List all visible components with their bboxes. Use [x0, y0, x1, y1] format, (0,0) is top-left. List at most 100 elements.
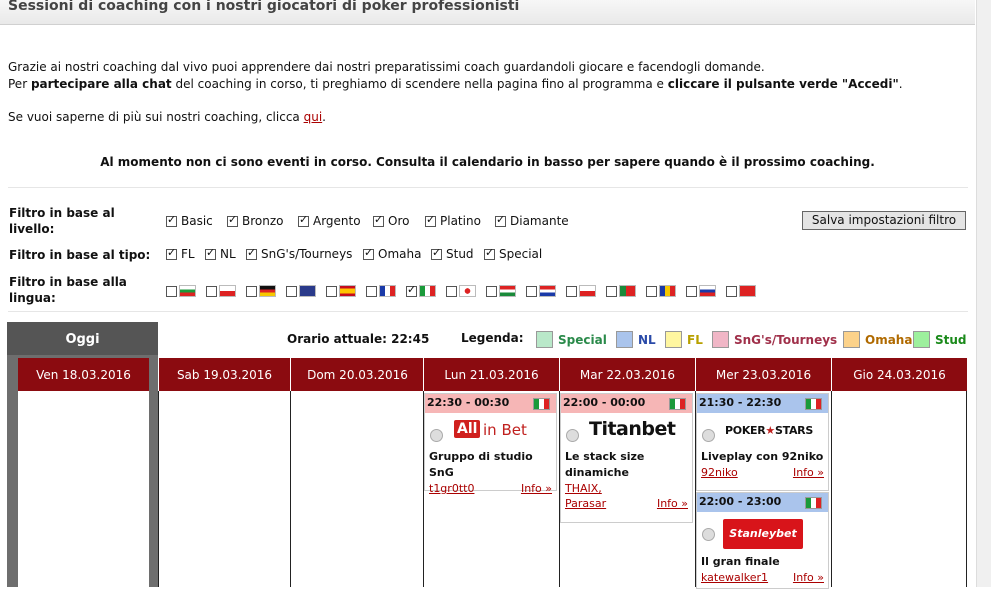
- checkbox[interactable]: [363, 246, 374, 260]
- legend-item-label: Omaha: [865, 332, 913, 347]
- info-link[interactable]: Info »: [521, 481, 552, 496]
- option-label: Diamante: [510, 214, 569, 228]
- uk-flag-icon: [299, 285, 316, 297]
- lang-chinese-checkbox[interactable]: [726, 285, 737, 297]
- lang-czech-checkbox[interactable]: [206, 285, 217, 297]
- legend-stud: Stud: [913, 331, 967, 348]
- lang-italian-checkbox[interactable]: [406, 283, 417, 297]
- lang-romanian-checkbox[interactable]: [646, 285, 657, 297]
- info-link[interactable]: Info »: [793, 570, 824, 585]
- lang-russian-checkbox[interactable]: [686, 285, 697, 297]
- checkbox[interactable]: [205, 246, 216, 260]
- lang-hungarian-checkbox[interactable]: [486, 285, 497, 297]
- page-title: Sessioni di coaching con i nostri giocat…: [8, 0, 520, 14]
- event-logo: Stanleybet: [697, 512, 828, 549]
- legend-omaha: Omaha: [843, 331, 912, 348]
- checkbox[interactable]: [431, 246, 442, 260]
- italian-flag-icon: [805, 497, 822, 509]
- checkbox[interactable]: [246, 246, 257, 260]
- grid-line: [158, 391, 159, 587]
- coach-link[interactable]: katewalker1: [701, 570, 768, 585]
- event-logo: Titanbet: [561, 413, 692, 449]
- star-icon: ★: [765, 424, 775, 437]
- type-fl-option[interactable]: FL: [166, 246, 195, 261]
- dutch-flag-icon: [539, 285, 556, 297]
- event-card[interactable]: 22:30 - 00:30 All in Bet Gruppo di studi…: [424, 393, 557, 495]
- stanleybet-logo-icon: Stanleybet: [723, 519, 803, 549]
- option-label: Stud: [446, 247, 474, 261]
- type-omaha-option[interactable]: Omaha: [363, 246, 421, 261]
- lang-polish-checkbox[interactable]: [566, 285, 577, 297]
- intro-text: Per: [8, 77, 31, 91]
- legend-item-label: FL: [687, 332, 703, 347]
- type-sng-option[interactable]: SnG's/Tourneys: [246, 246, 353, 261]
- day-header-ven: Ven 18.03.2016: [36, 368, 131, 382]
- option-label: NL: [220, 247, 236, 261]
- intro-bold-button: cliccare il pulsante verde "Accedi": [667, 77, 899, 91]
- info-link[interactable]: Info »: [657, 496, 688, 511]
- more-info-link[interactable]: qui: [304, 110, 323, 124]
- level-diamante-option[interactable]: Diamante: [495, 213, 569, 228]
- intro-line-2: Per partecipare alla chat del coaching i…: [8, 77, 903, 91]
- level-oro-option[interactable]: Oro: [373, 213, 409, 228]
- checkbox[interactable]: [484, 246, 495, 260]
- level-argento-option[interactable]: Argento: [298, 213, 361, 228]
- day-header-dom: Dom 20.03.2016: [307, 368, 408, 382]
- czech-flag-icon: [219, 285, 236, 297]
- day-header-mar: Mar 22.03.2016: [579, 368, 676, 382]
- day-header-lun: Lun 21.03.2016: [444, 368, 539, 382]
- lang-dutch-checkbox[interactable]: [526, 285, 537, 297]
- notice-text: Al momento non ci sono eventi in corso. …: [100, 155, 875, 169]
- lang-english-checkbox[interactable]: [286, 285, 297, 297]
- checkbox[interactable]: [166, 246, 177, 260]
- coach-link[interactable]: 92niko: [701, 465, 738, 480]
- event-time-text: 21:30 - 22:30: [699, 396, 782, 409]
- checkbox[interactable]: [495, 213, 506, 227]
- lang-german-checkbox[interactable]: [246, 285, 257, 297]
- legend-swatch: [712, 331, 729, 348]
- lang-spanish-checkbox[interactable]: [326, 285, 337, 297]
- legend-fl: FL: [665, 331, 703, 348]
- info-link[interactable]: Info »: [793, 465, 824, 480]
- checkbox[interactable]: [425, 213, 436, 227]
- checkbox[interactable]: [227, 213, 238, 227]
- status-dot-icon: [702, 528, 715, 541]
- event-time: 22:30 - 00:30: [425, 394, 556, 413]
- event-logo: POKER★STARS: [697, 413, 828, 449]
- lang-portuguese-checkbox[interactable]: [606, 285, 617, 297]
- level-basic-option[interactable]: Basic: [166, 213, 213, 228]
- day-header-gio: Gio 24.03.2016: [853, 368, 946, 382]
- level-platino-option[interactable]: Platino: [425, 213, 481, 228]
- language-options[interactable]: [166, 283, 756, 297]
- coach-link[interactable]: THAIX,: [565, 482, 602, 495]
- lang-bulgarian-checkbox[interactable]: [166, 285, 177, 297]
- coach-link[interactable]: t1gr0tt0: [429, 481, 474, 496]
- legend-swatch: [843, 331, 860, 348]
- event-card[interactable]: 21:30 - 22:30 POKER★STARS Liveplay con 9…: [696, 393, 829, 491]
- option-label: Special: [499, 247, 543, 261]
- spanish-flag-icon: [339, 285, 356, 297]
- event-card[interactable]: 22:00 - 00:00 Titanbet Le stack size din…: [560, 393, 693, 523]
- type-nl-option[interactable]: NL: [205, 246, 236, 261]
- scrollbar[interactable]: [976, 0, 991, 587]
- type-stud-option[interactable]: Stud: [431, 246, 474, 261]
- grid-line: [966, 391, 967, 587]
- legend-label: Legenda:: [461, 331, 524, 345]
- save-filter-button[interactable]: Salva impostazioni filtro: [802, 211, 966, 230]
- level-bronzo-option[interactable]: Bronzo: [227, 213, 284, 228]
- pokerstars-logo-icon: POKER★STARS: [725, 424, 813, 437]
- lang-french-checkbox[interactable]: [366, 285, 377, 297]
- option-label: SnG's/Tourneys: [261, 247, 353, 261]
- lang-japanese-checkbox[interactable]: [446, 285, 457, 297]
- chinese-flag-icon: [739, 285, 756, 297]
- status-dot-icon: [566, 429, 579, 442]
- coach-link[interactable]: Parasar: [565, 496, 606, 511]
- event-title: Le stack size dinamiche: [565, 450, 645, 479]
- level-filter-label: Filtro in base al livello:: [9, 206, 115, 236]
- checkbox[interactable]: [373, 213, 384, 227]
- checkbox[interactable]: [166, 213, 177, 227]
- checkbox[interactable]: [298, 213, 309, 227]
- event-card[interactable]: 22:00 - 23:00 Stanleybet Il gran finale …: [696, 492, 829, 589]
- legend-item-label: SnG's/Tourneys: [734, 332, 838, 347]
- type-special-option[interactable]: Special: [484, 246, 543, 261]
